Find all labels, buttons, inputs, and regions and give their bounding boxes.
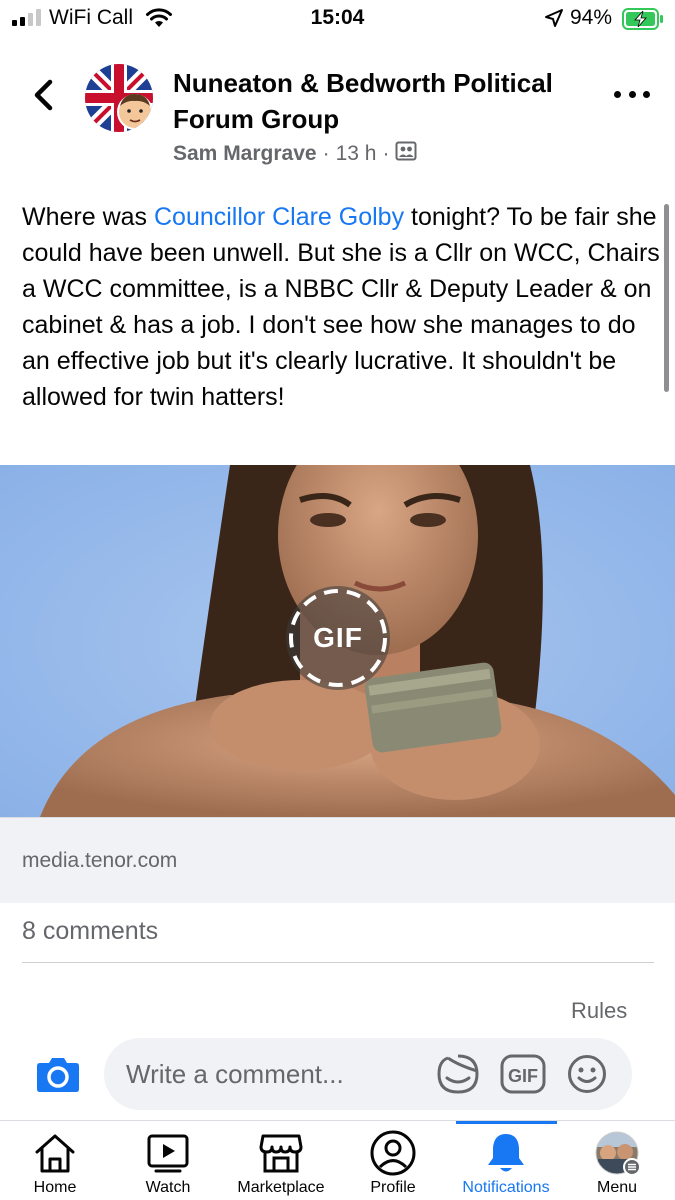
- svg-text:GIF: GIF: [508, 1066, 538, 1086]
- group-avatar[interactable]: [85, 64, 153, 132]
- camera-icon: [37, 1058, 79, 1092]
- tab-notifications[interactable]: Notifications: [452, 1121, 560, 1200]
- bell-icon: [485, 1129, 527, 1177]
- post-text-after: tonight? To be fair she could have been …: [22, 203, 660, 411]
- status-bar: WiFi Call 15:04 94%: [0, 0, 675, 38]
- comments-count[interactable]: 8 comments: [22, 917, 158, 946]
- rules-link[interactable]: Rules: [571, 998, 627, 1024]
- watch-icon: [146, 1129, 190, 1177]
- dot-icon: [643, 90, 650, 98]
- back-button[interactable]: [28, 76, 58, 114]
- bottom-tab-bar: Home Watch Marketplace Profile Notificat…: [0, 1120, 675, 1200]
- battery-charging-icon: [622, 8, 664, 35]
- post-time[interactable]: 13 h: [336, 142, 377, 166]
- post-body: Where was Councillor Clare Golby tonight…: [22, 199, 662, 415]
- home-icon: [33, 1129, 77, 1177]
- tab-label: Marketplace: [237, 1179, 325, 1196]
- menu-avatar-icon: [592, 1129, 642, 1177]
- link-domain: media.tenor.com: [22, 849, 178, 872]
- profile-icon: [370, 1129, 416, 1177]
- meta-separator: ·: [322, 142, 330, 165]
- tab-menu[interactable]: Menu: [588, 1121, 646, 1200]
- group-name[interactable]: Nuneaton & Bedworth Political Forum Grou…: [173, 65, 583, 137]
- gif-picker-icon[interactable]: GIF: [500, 1054, 546, 1099]
- emoji-icon[interactable]: [567, 1054, 607, 1099]
- post-text-before: Where was: [22, 203, 154, 231]
- more-options-button[interactable]: [614, 82, 650, 106]
- chevron-left-icon: [34, 79, 53, 111]
- divider: [22, 962, 654, 963]
- scrollbar[interactable]: [664, 204, 669, 392]
- location-arrow-icon: [544, 8, 564, 33]
- comment-placeholder: Write a comment...: [126, 1059, 344, 1089]
- tab-home[interactable]: Home: [22, 1121, 88, 1200]
- link-preview-bar[interactable]: media.tenor.com: [0, 817, 675, 903]
- sticker-icon[interactable]: [436, 1053, 480, 1100]
- dot-icon: [628, 90, 636, 98]
- mention-link[interactable]: Councillor Clare Golby: [154, 203, 404, 231]
- tab-watch[interactable]: Watch: [132, 1121, 204, 1200]
- gif-badge-label: GIF: [313, 622, 363, 653]
- tab-label: Profile: [370, 1179, 416, 1196]
- tab-profile[interactable]: Profile: [362, 1121, 424, 1200]
- group-audience-icon: [395, 141, 417, 167]
- marketplace-icon: [259, 1129, 303, 1177]
- gif-play-badge[interactable]: GIF: [286, 586, 390, 690]
- author-name[interactable]: Sam Margrave: [173, 142, 317, 166]
- battery-percent: 94%: [570, 6, 613, 29]
- tab-label: Menu: [596, 1179, 638, 1196]
- camera-button[interactable]: [36, 1055, 80, 1093]
- comment-input[interactable]: Write a comment... GIF: [104, 1038, 632, 1110]
- tab-marketplace[interactable]: Marketplace: [228, 1121, 334, 1200]
- meta-separator-2: ·: [382, 142, 390, 165]
- tab-label: Home: [33, 1179, 77, 1196]
- dot-icon: [614, 90, 621, 98]
- post-meta: Sam Margrave · 13 h ·: [173, 141, 417, 167]
- tab-label: Notifications: [462, 1179, 550, 1196]
- tab-label: Watch: [145, 1179, 191, 1196]
